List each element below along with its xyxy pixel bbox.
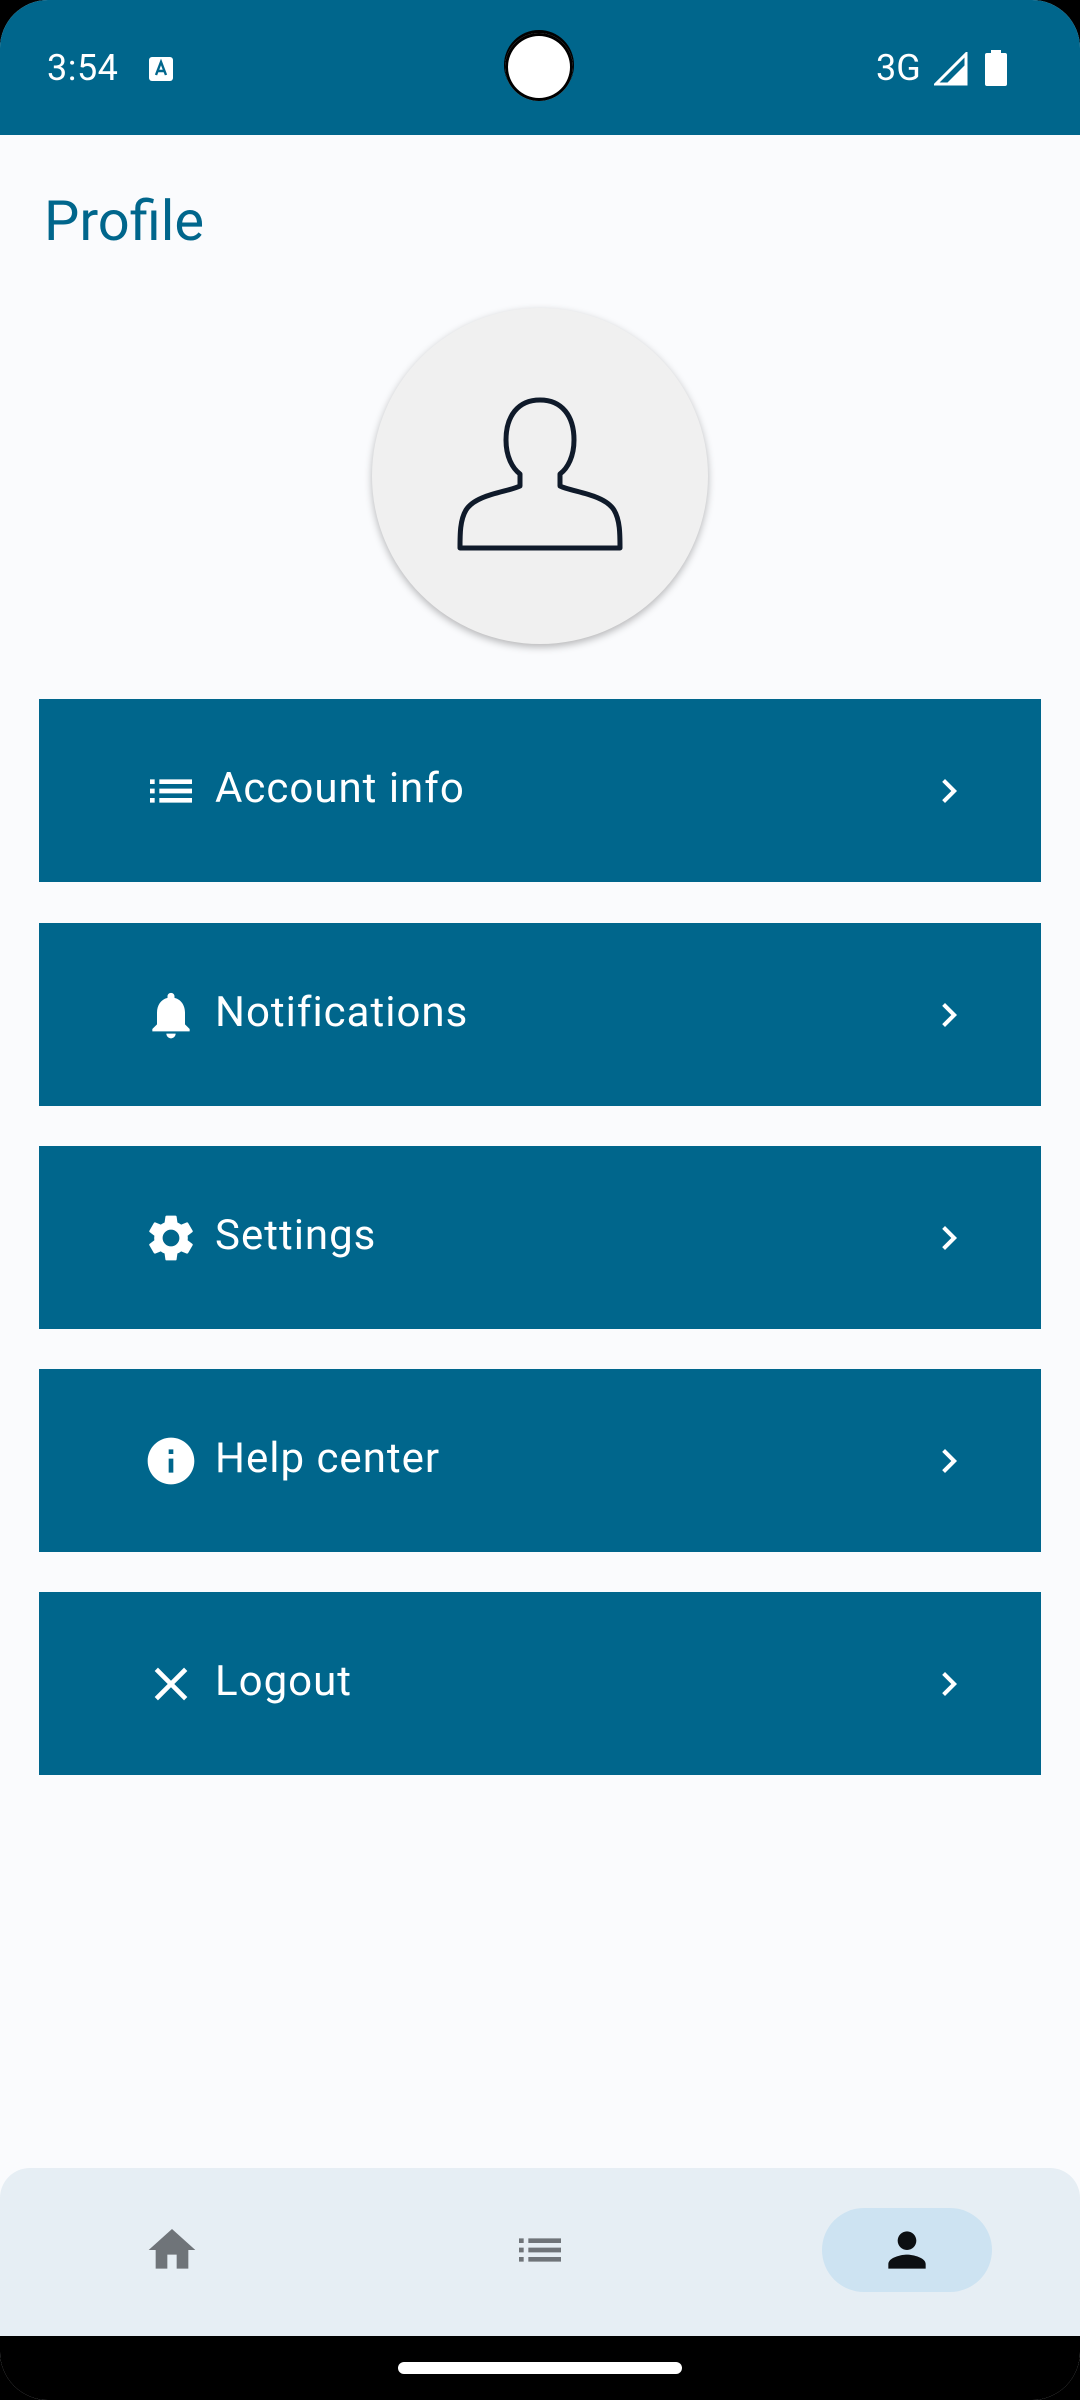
home-icon <box>148 2229 196 2269</box>
signal-icon <box>934 52 968 86</box>
menu-item-label: Settings <box>215 1211 377 1260</box>
menu-item-label: Account info <box>215 764 465 813</box>
list-icon <box>519 2238 561 2262</box>
menu-item-notifications[interactable]: Notifications <box>39 923 1041 1106</box>
menu-item-help-center[interactable]: Help center <box>39 1369 1041 1552</box>
menu-item-logout[interactable]: Logout <box>39 1592 1041 1775</box>
list-icon <box>143 763 199 819</box>
chevron-right-icon <box>925 1214 973 1262</box>
person-outline-icon <box>457 397 623 551</box>
nav-list[interactable] <box>488 2208 592 2292</box>
bottom-navigation <box>0 2168 1080 2336</box>
menu-item-settings[interactable]: Settings <box>39 1146 1041 1329</box>
screen: 3:54 3G Profile Account info Notificatio… <box>0 0 1080 2400</box>
menu-item-label: Logout <box>215 1657 353 1706</box>
menu-item-label: Help center <box>215 1434 441 1483</box>
person-icon <box>888 2231 926 2269</box>
chevron-right-icon <box>925 1437 973 1485</box>
nav-profile[interactable] <box>822 2208 992 2292</box>
avatar[interactable] <box>372 308 708 644</box>
page-title: Profile <box>44 188 205 254</box>
menu-item-label: Notifications <box>215 988 469 1037</box>
chevron-right-icon <box>925 767 973 815</box>
close-icon <box>143 1656 199 1712</box>
camera-cutout <box>505 33 573 101</box>
gear-icon <box>143 1210 199 1266</box>
network-type: 3G <box>876 47 921 89</box>
menu-item-account-info[interactable]: Account info <box>39 699 1041 882</box>
battery-icon <box>985 50 1007 86</box>
chevron-right-icon <box>925 991 973 1039</box>
home-gesture-handle[interactable] <box>398 2362 682 2374</box>
gesture-bar <box>0 2336 1080 2400</box>
status-bar: 3:54 3G <box>0 0 1080 135</box>
bell-icon <box>143 987 199 1043</box>
nav-home[interactable] <box>120 2208 224 2292</box>
chevron-right-icon <box>925 1660 973 1708</box>
info-icon <box>143 1433 199 1489</box>
text-app-icon <box>149 57 173 81</box>
status-time: 3:54 <box>47 47 119 89</box>
